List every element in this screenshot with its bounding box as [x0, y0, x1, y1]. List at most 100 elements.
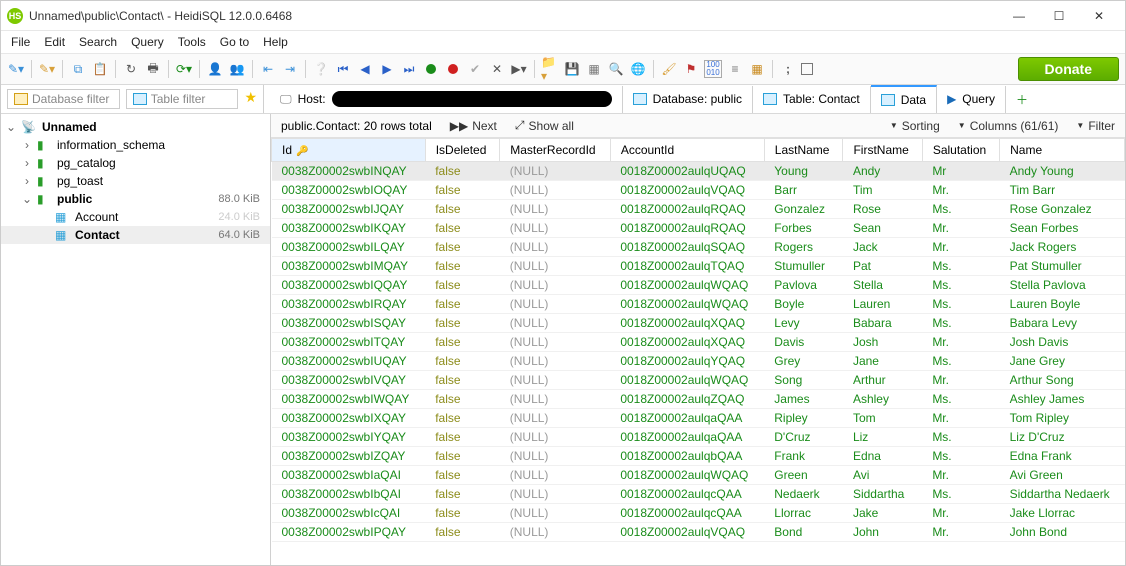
show-all-button[interactable]: ⤢Show all	[515, 118, 574, 133]
cell-masterrecordid[interactable]: (NULL)	[500, 314, 611, 333]
cell-id[interactable]: 0038Z00002swbILQAY	[272, 238, 426, 257]
semicolon-icon[interactable]: ;	[779, 60, 797, 78]
cell-name[interactable]: Edna Frank	[1000, 447, 1125, 466]
cell-id[interactable]: 0038Z00002swbIXQAY	[272, 409, 426, 428]
cell-masterrecordid[interactable]: (NULL)	[500, 352, 611, 371]
cell-id[interactable]: 0038Z00002swbIZQAY	[272, 447, 426, 466]
cell-salutation[interactable]: Ms.	[922, 428, 999, 447]
cell-accountid[interactable]: 0018Z00002aulqWQAQ	[610, 295, 764, 314]
cell-accountid[interactable]: 0018Z00002aulqUQAQ	[610, 162, 764, 181]
cell-masterrecordid[interactable]: (NULL)	[500, 390, 611, 409]
cell-id[interactable]: 0038Z00002swbIPQAY	[272, 523, 426, 542]
cell-isdeleted[interactable]: false	[425, 371, 500, 390]
cell-isdeleted[interactable]: false	[425, 390, 500, 409]
pencil-icon[interactable]: ✎▾	[38, 60, 56, 78]
cell-name[interactable]: Babara Levy	[1000, 314, 1125, 333]
cell-lastname[interactable]: Ripley	[764, 409, 843, 428]
next-arrow-icon[interactable]: ⇥	[281, 60, 299, 78]
cell-salutation[interactable]: Ms.	[922, 257, 999, 276]
cell-lastname[interactable]: Barr	[764, 181, 843, 200]
menu-go-to[interactable]: Go to	[220, 35, 249, 49]
cell-accountid[interactable]: 0018Z00002aulqaQAA	[610, 409, 764, 428]
cell-lastname[interactable]: Forbes	[764, 219, 843, 238]
cell-name[interactable]: Tom Ripley	[1000, 409, 1125, 428]
cell-id[interactable]: 0038Z00002swbIMQAY	[272, 257, 426, 276]
cell-isdeleted[interactable]: false	[425, 447, 500, 466]
cell-masterrecordid[interactable]: (NULL)	[500, 181, 611, 200]
cell-isdeleted[interactable]: false	[425, 181, 500, 200]
cell-firstname[interactable]: Stella	[843, 276, 922, 295]
cell-name[interactable]: Pat Stumuller	[1000, 257, 1125, 276]
cell-name[interactable]: Josh Davis	[1000, 333, 1125, 352]
cell-id[interactable]: 0038Z00002swbIKQAY	[272, 219, 426, 238]
chevron-down-icon[interactable]: ⌄	[5, 120, 17, 134]
undo-icon[interactable]: ↻	[122, 60, 140, 78]
cell-firstname[interactable]: Lauren	[843, 295, 922, 314]
cell-id[interactable]: 0038Z00002swbIQQAY	[272, 276, 426, 295]
cell-lastname[interactable]: Bond	[764, 523, 843, 542]
cell-lastname[interactable]: James	[764, 390, 843, 409]
cell-masterrecordid[interactable]: (NULL)	[500, 276, 611, 295]
menu-help[interactable]: Help	[263, 35, 288, 49]
cell-id[interactable]: 0038Z00002swbINQAY	[272, 162, 426, 181]
tree-node-pg_catalog[interactable]: › ▮ pg_catalog	[1, 154, 270, 172]
col-header-salutation[interactable]: Salutation	[922, 139, 999, 162]
brush-icon[interactable]: 🖌	[660, 60, 678, 78]
cell-masterrecordid[interactable]: (NULL)	[500, 447, 611, 466]
cell-isdeleted[interactable]: false	[425, 238, 500, 257]
cell-lastname[interactable]: Stumuller	[764, 257, 843, 276]
cell-name[interactable]: Arthur Song	[1000, 371, 1125, 390]
cell-isdeleted[interactable]: false	[425, 162, 500, 181]
menu-search[interactable]: Search	[79, 35, 117, 49]
col-header-accountid[interactable]: AccountId	[610, 139, 764, 162]
cell-accountid[interactable]: 0018Z00002aulqcQAA	[610, 504, 764, 523]
cell-salutation[interactable]: Ms.	[922, 352, 999, 371]
cell-accountid[interactable]: 0018Z00002aulqcQAA	[610, 485, 764, 504]
next-button[interactable]: ▶▶Next	[450, 119, 497, 133]
cell-lastname[interactable]: Levy	[764, 314, 843, 333]
cell-name[interactable]: Liz D'Cruz	[1000, 428, 1125, 447]
cell-masterrecordid[interactable]: (NULL)	[500, 371, 611, 390]
cell-isdeleted[interactable]: false	[425, 466, 500, 485]
cell-isdeleted[interactable]: false	[425, 200, 500, 219]
cell-name[interactable]: Avi Green	[1000, 466, 1125, 485]
cell-lastname[interactable]: Pavlova	[764, 276, 843, 295]
cell-salutation[interactable]: Ms.	[922, 295, 999, 314]
cell-masterrecordid[interactable]: (NULL)	[500, 333, 611, 352]
cell-firstname[interactable]: Tim	[843, 181, 922, 200]
cell-lastname[interactable]: Davis	[764, 333, 843, 352]
cell-accountid[interactable]: 0018Z00002aulqZQAQ	[610, 390, 764, 409]
chevron-down-icon[interactable]: ⌄	[21, 192, 33, 206]
cell-isdeleted[interactable]: false	[425, 295, 500, 314]
cell-firstname[interactable]: Josh	[843, 333, 922, 352]
cell-id[interactable]: 0038Z00002swbISQAY	[272, 314, 426, 333]
col-header-name[interactable]: Name	[1000, 139, 1125, 162]
table-row[interactable]: 0038Z00002swbINQAYfalse(NULL)0018Z00002a…	[272, 162, 1125, 181]
paste-icon[interactable]: 📋	[91, 60, 109, 78]
minimize-button[interactable]: —	[999, 2, 1039, 30]
table-row[interactable]: 0038Z00002swbIVQAYfalse(NULL)0018Z00002a…	[272, 371, 1125, 390]
cell-salutation[interactable]: Mr.	[922, 523, 999, 542]
cell-name[interactable]: Siddartha Nedaerk	[1000, 485, 1125, 504]
cell-accountid[interactable]: 0018Z00002aulqVQAQ	[610, 181, 764, 200]
cell-name[interactable]: Tim Barr	[1000, 181, 1125, 200]
cell-isdeleted[interactable]: false	[425, 352, 500, 371]
cell-salutation[interactable]: Ms.	[922, 200, 999, 219]
menu-query[interactable]: Query	[131, 35, 164, 49]
cell-id[interactable]: 0038Z00002swbIVQAY	[272, 371, 426, 390]
menu-tools[interactable]: Tools	[178, 35, 206, 49]
refresh-icon[interactable]: ⟳▾	[175, 60, 193, 78]
cell-name[interactable]: Stella Pavlova	[1000, 276, 1125, 295]
tree-node-public[interactable]: ⌄ ▮ public 88.0 KiB	[1, 190, 270, 208]
cell-id[interactable]: 0038Z00002swbIbQAI	[272, 485, 426, 504]
cell-firstname[interactable]: Jake	[843, 504, 922, 523]
object-tree[interactable]: ⌄ 📡 Unnamed › ▮ information_schema › ▮ p…	[1, 114, 271, 565]
cell-salutation[interactable]: Mr.	[922, 219, 999, 238]
cell-firstname[interactable]: Siddartha	[843, 485, 922, 504]
cell-name[interactable]: Rose Gonzalez	[1000, 200, 1125, 219]
table-row[interactable]: 0038Z00002swbIXQAYfalse(NULL)0018Z00002a…	[272, 409, 1125, 428]
flag-icon[interactable]: ⚑	[682, 60, 700, 78]
cell-id[interactable]: 0038Z00002swbITQAY	[272, 333, 426, 352]
cell-id[interactable]: 0038Z00002swbIaQAI	[272, 466, 426, 485]
cell-salutation[interactable]: Ms.	[922, 390, 999, 409]
